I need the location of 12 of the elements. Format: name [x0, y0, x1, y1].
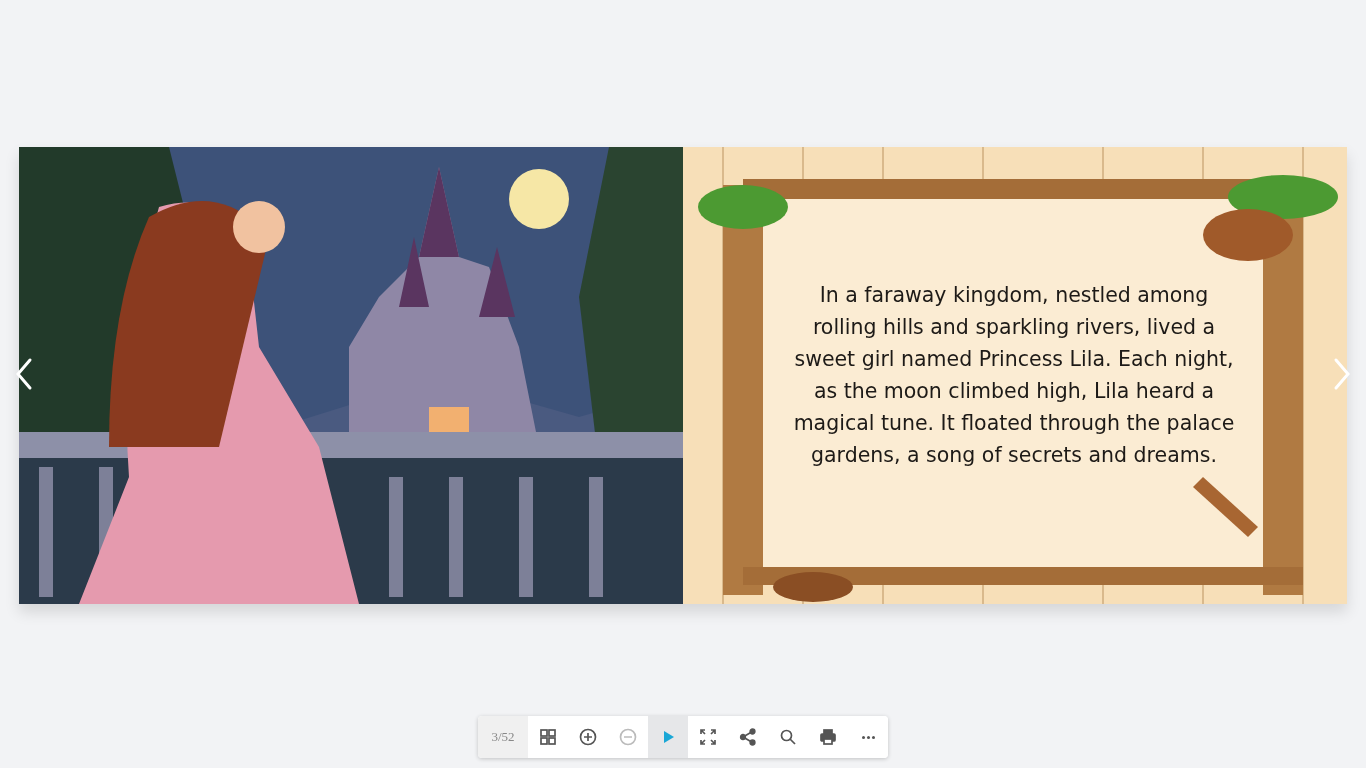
printer-icon	[819, 728, 837, 746]
more-icon	[861, 735, 875, 739]
fullscreen-icon	[699, 728, 717, 746]
search-icon	[779, 728, 797, 746]
fullscreen-button[interactable]	[688, 716, 728, 758]
thumbnails-button[interactable]	[528, 716, 568, 758]
grid-icon	[539, 728, 557, 746]
zoom-in-icon	[579, 728, 597, 746]
share-icon	[739, 728, 757, 746]
page-counter: 3/52	[478, 716, 528, 758]
zoom-out-icon	[619, 728, 637, 746]
story-text: In a faraway kingdom, nestled among rolling hills and sparkling rivers, lived a sweet girl named Princess Lila. Each night, as the moon climbed high, Lila heard a magical tune. It floated through the palace gardens, a song of secrets and dreams.	[792, 281, 1236, 469]
